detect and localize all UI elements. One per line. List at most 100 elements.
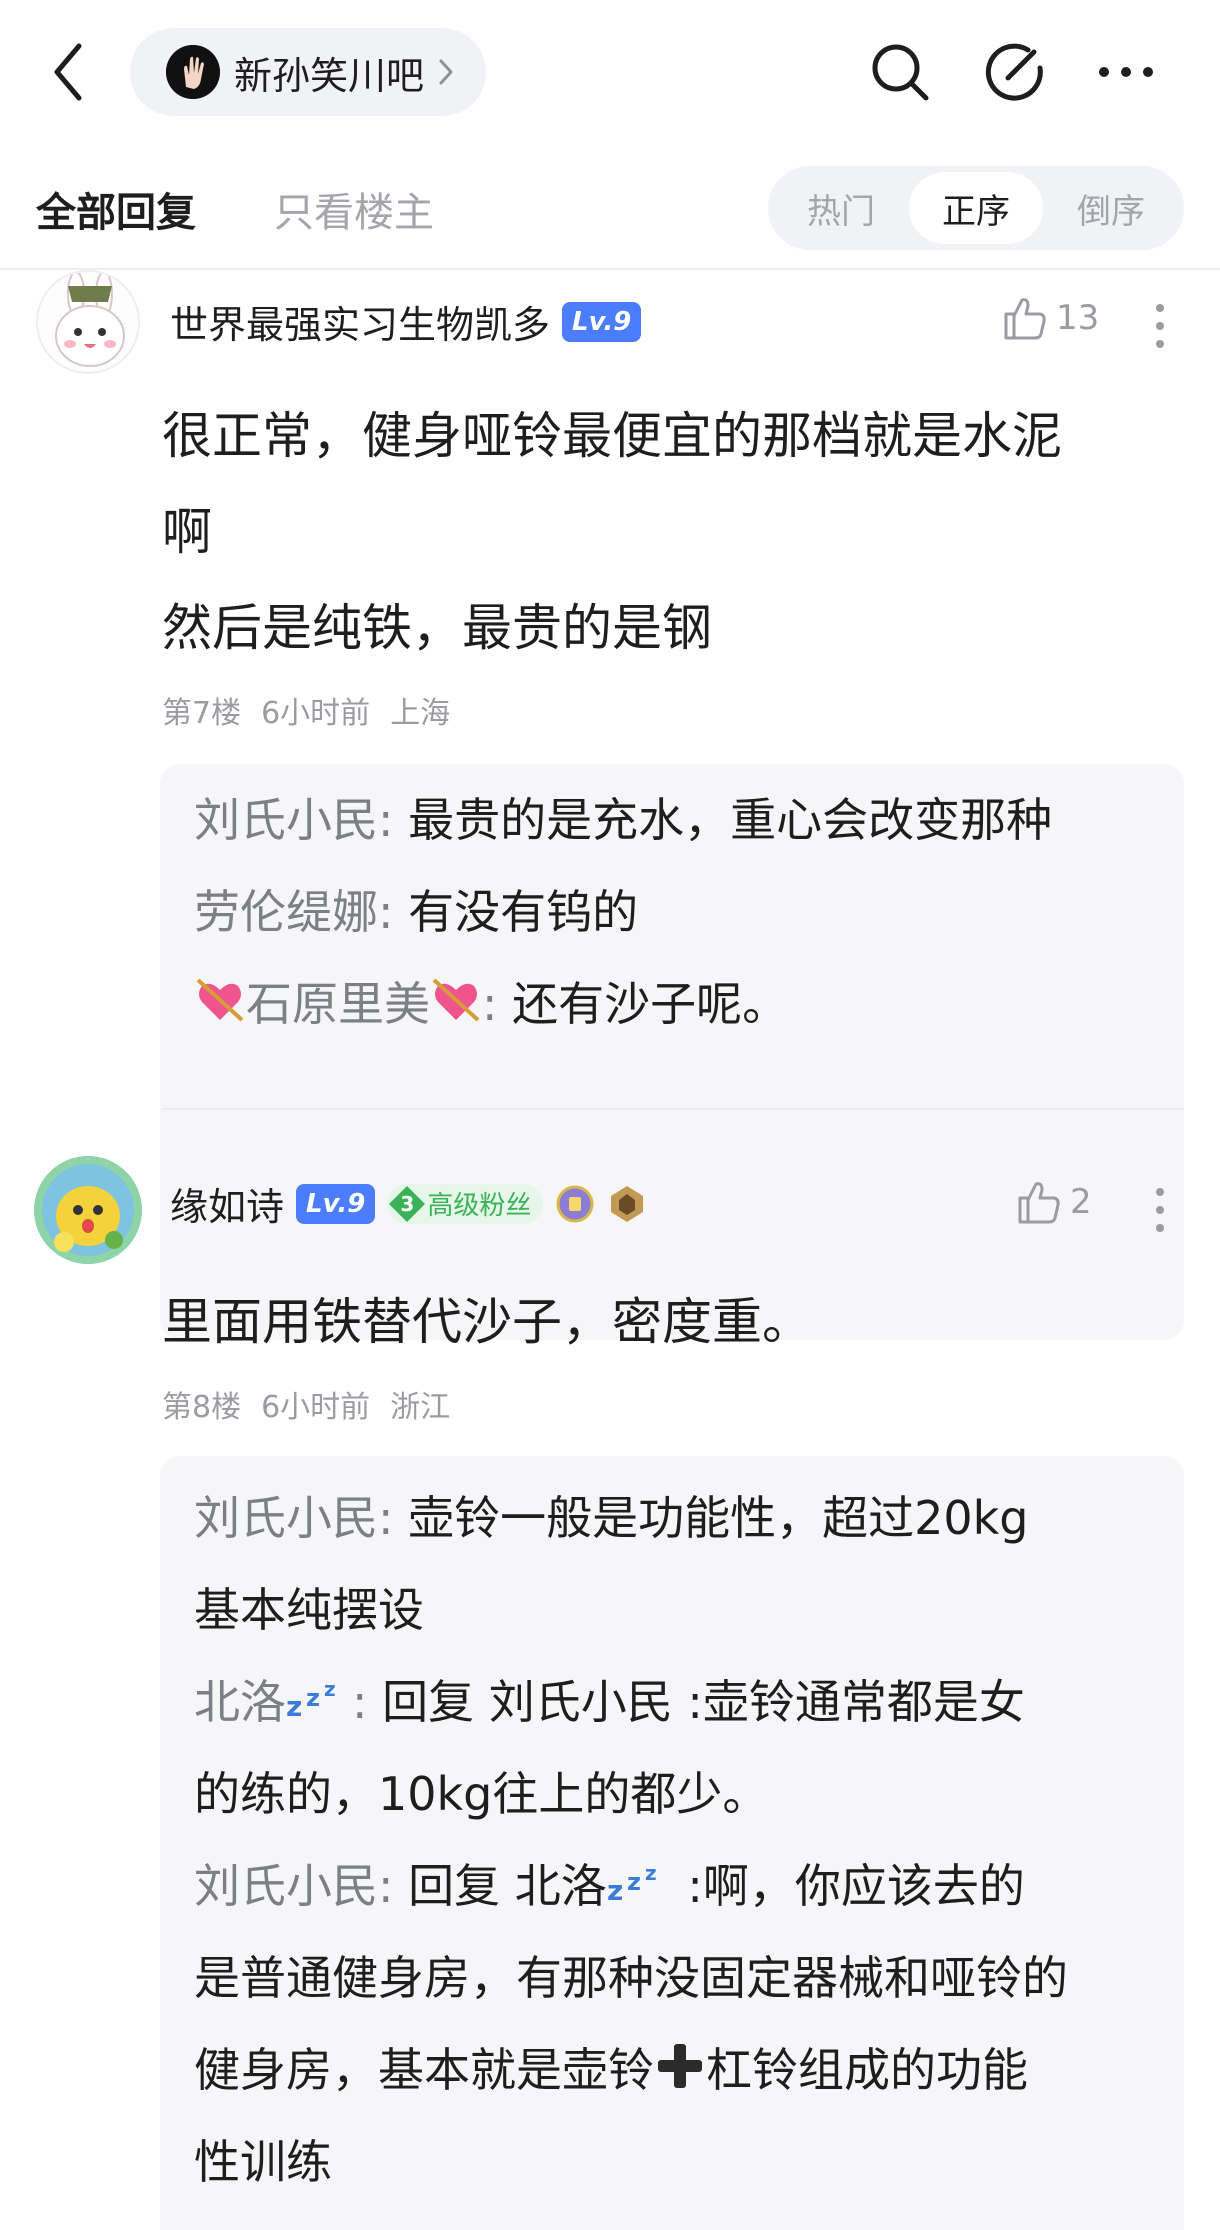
fan-label: 高级粉丝 xyxy=(427,1191,532,1221)
post-meta: 第8楼 6小时前 浙江 xyxy=(162,1382,450,1426)
colon: : xyxy=(352,1675,383,1729)
reply-word: 回复 xyxy=(408,1859,515,1913)
more-button[interactable] xyxy=(1090,36,1162,108)
svg-text:z: z xyxy=(306,1684,320,1712)
sub-reply[interactable]: 劳伦缇娜: 有没有钨的 xyxy=(160,866,1184,958)
colon: : xyxy=(378,793,409,847)
tab-all-replies[interactable]: 全部回复 xyxy=(36,180,196,238)
vertical-more-icon xyxy=(1156,1188,1164,1232)
sub-reply-continued: 是普通健身房，有那种没固定器械和哑铃的 xyxy=(160,1932,1184,2024)
forum-hand-logo-icon xyxy=(166,45,220,99)
username[interactable]: 世界最强实习生物凯多 xyxy=(170,294,550,349)
search-button[interactable] xyxy=(864,36,936,108)
back-arrow-icon xyxy=(54,43,82,101)
post-body: 很正常，健身哑铃最便宜的那档就是水泥 啊 然后是纯铁，最贵的是钢 xyxy=(162,388,1182,676)
reply-filter-bar: 全部回复 只看楼主 热门 正序 倒序 xyxy=(0,160,1220,256)
post-body-line: 啊 xyxy=(162,503,212,561)
svg-text:z: z xyxy=(607,1874,623,1906)
colon: : xyxy=(378,1491,409,1545)
avatar[interactable] xyxy=(34,1156,142,1264)
sub-reply-continued: 的练的，10kg往上的都少。 xyxy=(160,1748,1184,1840)
sub-reply-text: 还有沙子呢。 xyxy=(512,977,789,1031)
sub-reply-text: 壶铃一般是功能性，超过20kg xyxy=(408,1491,1029,1545)
sub-reply[interactable]: 刘氏小民: 最贵的是充水，重心会改变那种 xyxy=(160,774,1184,866)
like-button[interactable]: 13 xyxy=(1000,294,1099,342)
sub-reply-text: :啊，你应该去的 xyxy=(672,1859,1025,1913)
svg-text:z: z xyxy=(645,1861,657,1885)
svg-text:z: z xyxy=(286,1690,302,1722)
sub-reply[interactable]: 石原里美 : 还有沙子呢。 xyxy=(160,958,1184,1050)
sub-reply-continued: 性训练 xyxy=(160,2116,1184,2208)
sub-reply-text: 最贵的是充水，重心会改变那种 xyxy=(408,793,1053,847)
like-button[interactable]: 2 xyxy=(1014,1178,1092,1226)
sort-ascending-option[interactable]: 正序 xyxy=(909,172,1043,244)
chevron-right-icon xyxy=(438,57,458,87)
colon: : xyxy=(378,885,409,939)
sub-reply-author[interactable]: 刘氏小民 xyxy=(194,1491,378,1545)
post-more-button[interactable] xyxy=(1150,1180,1170,1240)
fan-badge: 3 高级粉丝 xyxy=(387,1183,544,1224)
edit-icon xyxy=(985,43,1043,101)
sub-reply-box[interactable]: 刘氏小民: 壶铃一般是功能性，超过20kg 基本纯摆设 北洛 z z z : 回… xyxy=(160,1456,1184,2230)
svg-text:z: z xyxy=(324,1677,336,1701)
sub-reply-author[interactable]: 刘氏小民 xyxy=(194,793,378,847)
user-info-line: 世界最强实习生物凯多 Lv.9 xyxy=(170,294,642,349)
cartoon-avatar-icon xyxy=(34,1156,142,1264)
vertical-more-icon xyxy=(1156,304,1164,348)
user-info-line: 缘如诗 Lv.9 3 高级粉丝 xyxy=(170,1176,647,1231)
post-body: 里面用铁替代沙子，密度重。 xyxy=(162,1274,1182,1370)
username[interactable]: 缘如诗 xyxy=(170,1176,284,1231)
sub-reply-text: 是普通健身房，有那种没固定器械和哑铃的 xyxy=(194,1951,1068,2005)
post-more-button[interactable] xyxy=(1150,296,1170,356)
divider xyxy=(162,1108,1184,1110)
sub-reply[interactable]: 刘氏小民: 回复 北洛 z z z :啊，你应该去的 xyxy=(160,1840,1184,1932)
thumbs-up-icon xyxy=(1018,1182,1060,1224)
sub-reply-continued: 健身房，基本就是壶铃 杠铃组成的功能 xyxy=(160,2024,1184,2116)
sub-reply-text: 的练的，10kg往上的都少。 xyxy=(194,1767,769,1821)
sort-segmented-control: 热门 正序 倒序 xyxy=(768,166,1184,250)
edit-button[interactable] xyxy=(978,36,1050,108)
svg-text:z: z xyxy=(627,1868,641,1896)
sub-reply[interactable]: 刘氏小民: 壶铃一般是功能性，超过20kg xyxy=(160,1472,1184,1564)
sub-reply[interactable]: 北洛 z z z : 回复 刘氏小民 :壶铃通常都是女 xyxy=(160,1656,1184,1748)
sub-reply-author[interactable]: 石原里美 xyxy=(246,977,430,1031)
sub-reply-author[interactable]: 劳伦缇娜 xyxy=(194,885,378,939)
sub-reply-text: 有没有钨的 xyxy=(408,885,639,939)
reply-word: 回复 xyxy=(382,1675,489,1729)
medal-icon xyxy=(555,1184,595,1224)
divider xyxy=(0,268,1220,270)
sub-reply-text: 性训练 xyxy=(194,2135,332,2189)
reply-target[interactable]: 北洛 xyxy=(515,1859,607,1913)
sub-reply-box[interactable]: 刘氏小民: 最贵的是充水，重心会改变那种 劳伦缇娜: 有没有钨的 石原里美 : … xyxy=(160,764,1184,1340)
top-bar: 新孙笑川吧 xyxy=(0,0,1220,148)
back-button[interactable] xyxy=(40,36,96,108)
avatar[interactable] xyxy=(36,270,140,374)
sub-reply-continued: 基本纯摆设 xyxy=(160,1564,1184,1656)
sub-reply-author[interactable]: 北洛 xyxy=(194,1675,286,1729)
floor-number: 第8楼 xyxy=(162,1390,242,1425)
level-badge: Lv.9 xyxy=(296,1183,376,1224)
sub-reply-text: 基本纯摆设 xyxy=(194,1583,424,1637)
fan-diamond-icon: 3 xyxy=(387,1184,427,1224)
zzz-sleep-icon: z z z xyxy=(286,1677,336,1722)
sort-hot-option[interactable]: 热门 xyxy=(774,172,908,244)
forum-entry-button[interactable]: 新孙笑川吧 xyxy=(130,28,487,116)
post-time: 6小时前 xyxy=(261,1390,371,1425)
forum-avatar xyxy=(166,45,220,99)
reply-target[interactable]: 刘氏小民 xyxy=(489,1675,673,1729)
level-badge: Lv.9 xyxy=(562,301,642,342)
colon: : xyxy=(482,977,513,1031)
heart-arrow-icon xyxy=(196,978,244,1022)
fan-level: 3 xyxy=(400,1191,415,1216)
sort-descending-option[interactable]: 倒序 xyxy=(1044,172,1178,244)
sub-reply-author[interactable]: 刘氏小民 xyxy=(194,1859,378,1913)
post-body-line: 里面用铁替代沙子，密度重。 xyxy=(162,1293,812,1351)
tab-op-only[interactable]: 只看楼主 xyxy=(274,180,434,238)
forum-name: 新孙笑川吧 xyxy=(234,53,425,98)
post-meta: 第7楼 6小时前 上海 xyxy=(162,688,450,732)
post-body-line: 然后是纯铁，最贵的是钢 xyxy=(162,599,712,657)
shield-medal-icon xyxy=(607,1184,647,1224)
post-location: 上海 xyxy=(390,696,451,731)
more-icon xyxy=(1099,67,1153,77)
rabbit-avatar-icon xyxy=(38,272,138,372)
